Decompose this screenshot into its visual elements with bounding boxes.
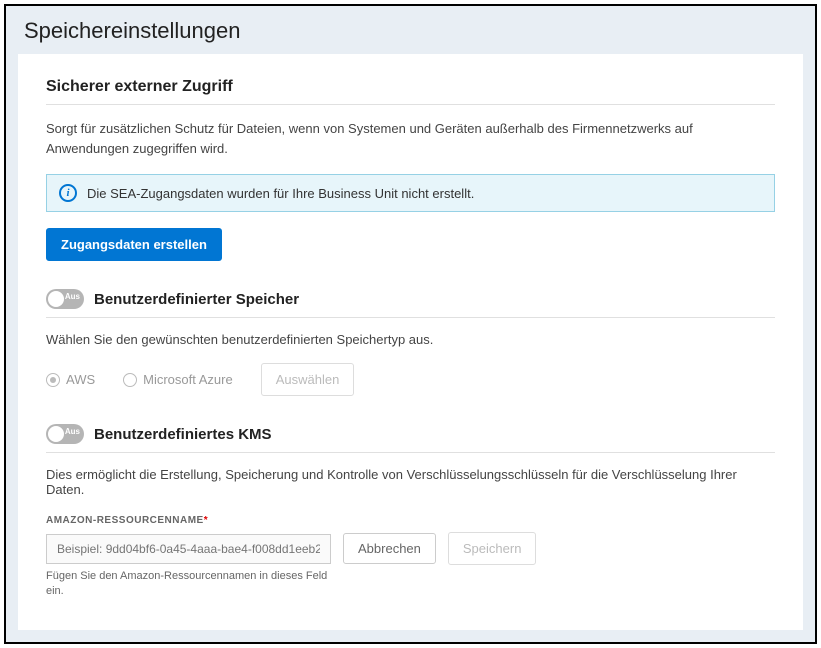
save-button[interactable]: Speichern [448, 532, 537, 565]
info-icon: i [59, 184, 77, 202]
custom-storage-section: Aus Benutzerdefinierter Speicher Wählen … [46, 289, 775, 396]
divider [46, 317, 775, 318]
info-message: Die SEA-Zugangsdaten wurden für Ihre Bus… [87, 186, 474, 201]
toggle-knob [48, 426, 64, 442]
sea-heading: Sicherer externer Zugriff [46, 78, 775, 96]
settings-panel: Speichereinstellungen Sicherer externer … [4, 4, 817, 644]
required-asterisk: * [204, 515, 208, 526]
arn-helper-text: Fügen Sie den Amazon-Ressourcennamen in … [46, 569, 331, 600]
info-banner: i Die SEA-Zugangsdaten wurden für Ihre B… [46, 174, 775, 212]
radio-azure[interactable] [123, 373, 137, 387]
toggle-state-label: Aus [65, 292, 80, 301]
arn-input[interactable] [46, 534, 331, 564]
toggle-state-label: Aus [65, 427, 80, 436]
radio-aws[interactable] [46, 373, 60, 387]
cancel-button[interactable]: Abbrechen [343, 533, 436, 564]
custom-kms-section: Aus Benutzerdefiniertes KMS Dies ermögli… [46, 424, 775, 600]
settings-card: Sicherer externer Zugriff Sorgt für zusä… [18, 54, 803, 630]
divider [46, 452, 775, 453]
toggle-knob [48, 291, 64, 307]
page-title: Speichereinstellungen [6, 6, 815, 54]
divider [46, 104, 775, 105]
storage-description: Wählen Sie den gewünschten benutzerdefin… [46, 332, 775, 347]
select-storage-button[interactable]: Auswählen [261, 363, 355, 396]
storage-type-radios: AWS Microsoft Azure Auswählen [46, 363, 775, 396]
radio-azure-label: Microsoft Azure [143, 372, 233, 387]
arn-field-label: AMAZON-RESSOURCENNAME* [46, 515, 775, 526]
custom-kms-toggle[interactable]: Aus [46, 424, 84, 444]
custom-storage-label: Benutzerdefinierter Speicher [94, 291, 299, 308]
custom-kms-label: Benutzerdefiniertes KMS [94, 426, 272, 443]
sea-description: Sorgt für zusätzlichen Schutz für Dateie… [46, 119, 775, 158]
custom-storage-toggle[interactable]: Aus [46, 289, 84, 309]
radio-aws-label: AWS [66, 372, 95, 387]
kms-description: Dies ermöglicht die Erstellung, Speicher… [46, 467, 775, 497]
create-credentials-button[interactable]: Zugangsdaten erstellen [46, 228, 222, 261]
sea-section: Sicherer externer Zugriff Sorgt für zusä… [46, 78, 775, 261]
